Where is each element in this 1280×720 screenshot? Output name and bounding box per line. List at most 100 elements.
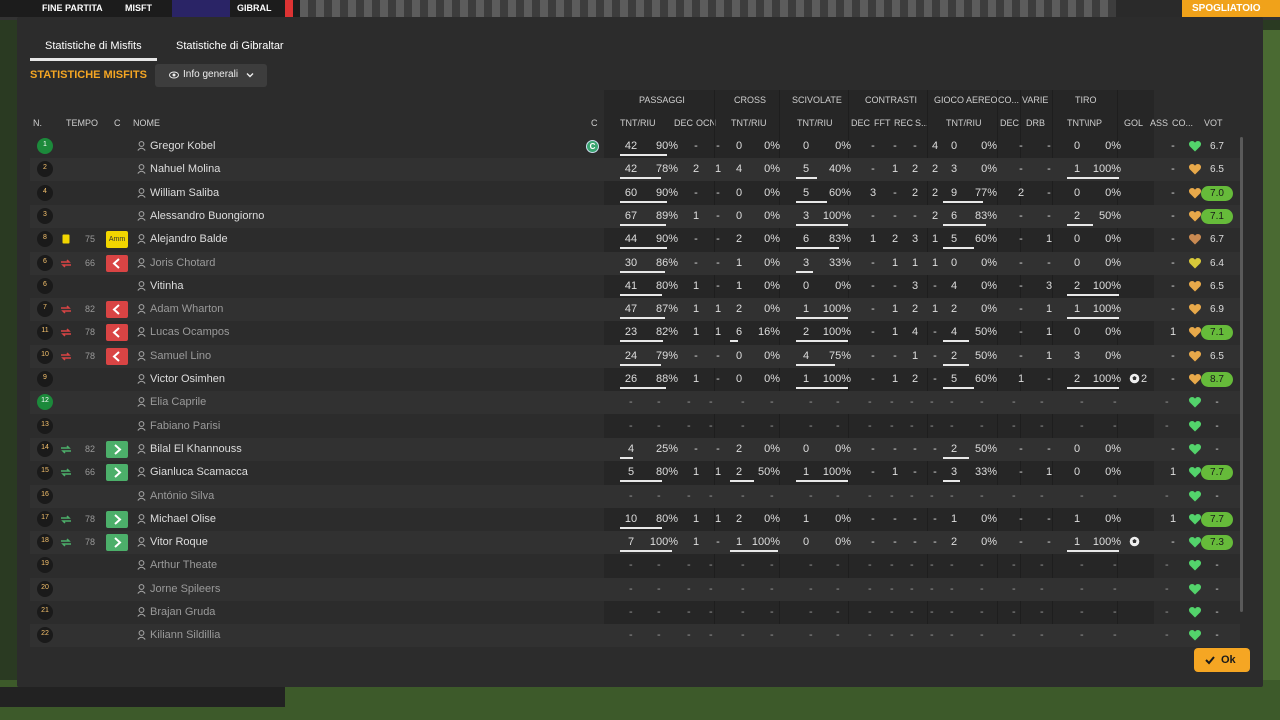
table-row[interactable]: 20 Jorne Spileers - - - - - - - - - - - - - - - - - - - - <box>30 577 1240 601</box>
sub-in-badge[interactable] <box>106 440 128 458</box>
col-pas-dec[interactable]: DEC <box>674 118 693 128</box>
player-name[interactable]: Samuel Lino <box>150 350 211 362</box>
table-row[interactable]: 8 75 Amm Alejandro Balde 44 90% 2 0% 6 83% 5 60% 0 0%… <box>30 228 1240 251</box>
table-row[interactable]: 22 Kiliann Sildillia - - - - - - - - - - - - - - - - - - - - <box>30 624 1240 648</box>
ok-button[interactable]: Ok <box>1194 648 1250 672</box>
table-row[interactable]: 10 78 Samuel Lino 24 79% 0 0% 4 75% 2 50% 3 0% - - - - 1 -… <box>30 344 1240 368</box>
shirt-number: 20 <box>37 580 53 597</box>
empty-cell: - <box>890 419 894 432</box>
player-name[interactable]: Lucas Ocampos <box>150 326 229 338</box>
table-row[interactable]: 6 Vitinha 41 80% 1 0% 0 0% 4 0% 2 100% 1 - - - 3 - - 3 - 6.5 <box>30 275 1240 298</box>
player-name[interactable]: Michael Olise <box>150 513 216 525</box>
player-name[interactable]: Victor Osimhen <box>150 373 225 385</box>
sub-out-badge[interactable] <box>106 347 128 365</box>
empty-cell: - <box>930 582 934 595</box>
col-gol[interactable]: GOL <box>1124 118 1143 128</box>
player-name[interactable]: Alessandro Buongiorno <box>150 210 264 222</box>
stat-ae-count: 6 <box>950 209 958 222</box>
table-row[interactable]: 17 78 Michael Olise 10 80% 2 0% 1 0% 1 0% 1 0% 1 1- - - -… <box>30 508 1240 531</box>
stat-cr-count: 4 <box>735 163 743 176</box>
sub-in-badge[interactable] <box>106 510 128 528</box>
tab-misfits-stats[interactable]: Statistiche di Misfits <box>30 34 157 61</box>
col-co-dec[interactable]: DEC <box>1000 118 1019 128</box>
col-sciv-tnt[interactable]: TNT/RIU <box>797 118 833 128</box>
table-row[interactable]: 16 António Silva - - - - - - - - - - - - - - - - - - - - <box>30 484 1240 508</box>
col-tiro-tnt[interactable]: TNT\INP <box>1067 118 1102 128</box>
col-con-dec[interactable]: DEC <box>851 118 870 128</box>
table-row[interactable]: 18 78 Vitor Roque 7 100% 1 100% 0 0% 2 0% 1 100% 1 - - -… <box>30 531 1240 555</box>
sub-out-badge[interactable] <box>106 324 128 342</box>
col-var-drb[interactable]: DRB <box>1026 118 1045 128</box>
team-b-abbr: GIBRAL <box>237 3 272 13</box>
col-cross-tnt[interactable]: TNT/RIU <box>731 118 767 128</box>
sub-out-badge[interactable] <box>106 301 128 319</box>
table-row[interactable]: 21 Brajan Gruda - - - - - - - - - - - - - - - - - - - - <box>30 601 1240 624</box>
player-name[interactable]: Fabiano Parisi <box>150 420 220 432</box>
table-row[interactable]: 13 Fabiano Parisi - - - - - - - - - - - - - - - - - - - - <box>30 415 1240 438</box>
player-name[interactable]: Joris Chotard <box>150 257 215 269</box>
player-name[interactable]: Gregor Kobel <box>150 140 215 152</box>
table-row[interactable]: 7 82 Adam Wharton 47 87% 2 0% 1 100% 2 0% 1 100% 1 1 - 1… <box>30 298 1240 322</box>
col-pas-ocn[interactable]: OCN <box>696 118 716 128</box>
empty-cell: - <box>1165 419 1169 432</box>
empty-cell: - <box>930 559 934 572</box>
rating: 7.7 <box>1201 511 1233 527</box>
col-con-rec[interactable]: REC <box>894 118 913 128</box>
table-row[interactable]: 4 William Saliba 60 90% 0 0% 5 60% 9 77% 0 0% - -3-2 2… <box>30 182 1240 205</box>
col-c2[interactable]: C <box>591 118 598 128</box>
col-aer-tnt[interactable]: TNT/RIU <box>946 118 982 128</box>
sub-in-badge[interactable] <box>106 534 128 552</box>
player-name[interactable]: Nahuel Molina <box>150 163 220 175</box>
player-name[interactable]: William Saliba <box>150 187 219 199</box>
table-row[interactable]: 9 Victor Osimhen 26 88% 0 0% 1 100% 5 60% 2 100% 1 - -… <box>30 368 1240 391</box>
table-row[interactable]: 1 Gregor Kobel C 42 90% 0 0% 0 0% 0 0% 0 0% - - - - - 4 - - -… <box>30 135 1240 158</box>
table-row[interactable]: 11 78 Lucas Ocampos 23 82% 6 16% 2 100% 4 50% 0 0% 1 1… <box>30 321 1240 344</box>
col-ass[interactable]: ASS <box>1150 118 1168 128</box>
col-c[interactable]: C <box>114 118 121 128</box>
table-row[interactable]: 6 66 Joris Chotard 30 86% 1 0% 3 33% 0 0% 0 0% - - -1 1 1… <box>30 251 1240 275</box>
col-condition[interactable]: CO... <box>1172 118 1193 128</box>
col-number[interactable]: N. <box>33 118 42 128</box>
stat-pocn: 1 <box>714 326 722 339</box>
player-name[interactable]: Adam Wharton <box>150 303 223 315</box>
table-row[interactable]: 12 Elia Caprile - - - - - - - - - - - - - - - - - - - - <box>30 391 1240 415</box>
stat-codec: - <box>1019 163 1023 176</box>
player-name[interactable]: Vitinha <box>150 280 183 292</box>
topbar-controls[interactable] <box>1116 0 1182 17</box>
col-tempo[interactable]: TEMPO <box>66 118 98 128</box>
col-con-fft[interactable]: FFT <box>874 118 891 128</box>
col-nome[interactable]: NOME <box>133 118 160 128</box>
dressing-room-button[interactable]: SPOGLIATOIO <box>1182 0 1280 17</box>
table-row[interactable]: 19 Arthur Theate - - - - - - - - - - - - - - - - - - - - <box>30 554 1240 577</box>
player-name[interactable]: Vitor Roque <box>150 536 208 548</box>
sub-out-badge[interactable] <box>106 254 128 272</box>
stat-pas-count: 5 <box>627 466 635 479</box>
stat-ae-bar <box>943 363 969 366</box>
player-name[interactable]: Arthur Theate <box>150 559 217 571</box>
tab-gibraltar-stats[interactable]: Statistiche di Gibraltar <box>161 34 299 58</box>
player-name[interactable]: Kiliann Sildillia <box>150 629 220 641</box>
stat-cr-percent: 100% <box>751 536 780 549</box>
player-name[interactable]: Bilal El Khannouss <box>150 443 242 455</box>
person-icon <box>137 234 146 245</box>
col-pas-tnt[interactable]: TNT/RIU <box>620 118 656 128</box>
heart-condition-icon <box>1188 350 1202 362</box>
scrollbar[interactable] <box>1240 137 1243 612</box>
col-vot[interactable]: VOT <box>1204 118 1223 128</box>
player-name[interactable]: Brajan Gruda <box>150 606 215 618</box>
player-name[interactable]: Alejandro Balde <box>150 233 228 245</box>
table-row[interactable]: 15 66 Gianluca Scamacca 5 80% 2 50% 1 100% 3 33% 0 0… <box>30 461 1240 484</box>
player-name[interactable]: Elia Caprile <box>150 396 206 408</box>
view-select[interactable]: Info generali <box>155 64 267 87</box>
stat-sc-percent: 33% <box>828 256 851 269</box>
sub-in-badge[interactable] <box>106 464 128 482</box>
table-row[interactable]: 3 Alessandro Buongiorno 67 89% 0 0% 3 100% 6 83% 2… <box>30 204 1240 228</box>
stat-ae-percent: 0% <box>981 512 997 525</box>
empty-cell: - <box>980 629 984 642</box>
table-row[interactable]: 14 82 Bilal El Khannouss 4 25% 2 0% 0 0% 2 50% 0 0% -… <box>30 437 1240 461</box>
player-name[interactable]: Jorne Spileers <box>150 583 220 595</box>
table-row[interactable]: 2 Nahuel Molina 42 78% 4 0% 5 40% 3 0% 1 100% 2 1-1 2 2… <box>30 158 1240 182</box>
empty-cell: - <box>629 396 633 409</box>
player-name[interactable]: António Silva <box>150 490 214 502</box>
player-name[interactable]: Gianluca Scamacca <box>150 466 248 478</box>
